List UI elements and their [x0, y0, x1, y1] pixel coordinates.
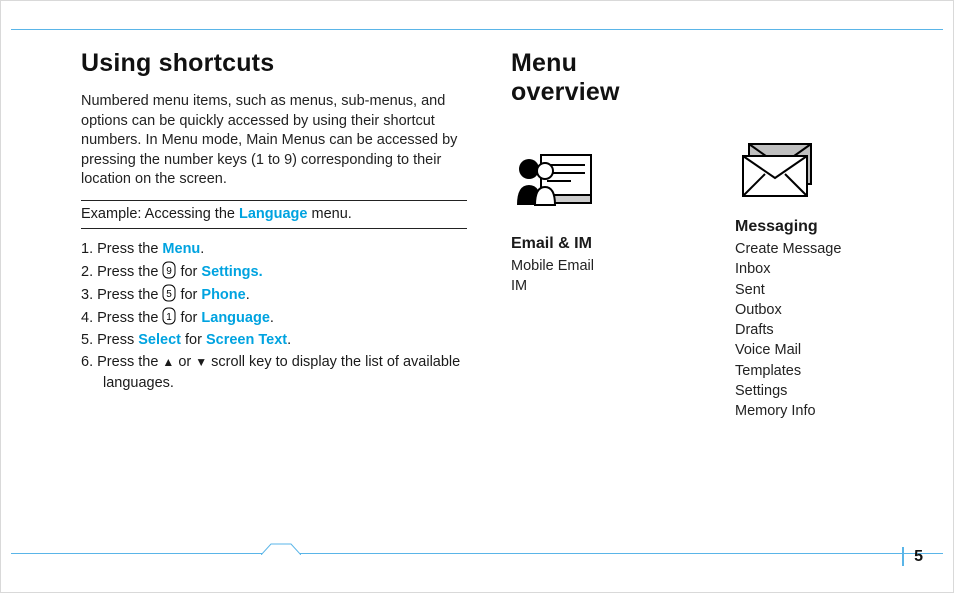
- step-1: Press the Menu.: [81, 239, 467, 260]
- step-text: Press the: [97, 287, 162, 303]
- menu-list-email-im: Mobile Email IM: [511, 256, 691, 297]
- steps-list: Press the Menu. Press the 9 for Settings…: [81, 239, 467, 394]
- step-keyword: Phone: [201, 287, 245, 303]
- example-prefix: Example: Accessing the: [81, 206, 239, 222]
- step-keyword: Screen Text: [206, 332, 287, 348]
- keycap-9-icon: 9: [162, 261, 176, 279]
- content-columns: Using shortcuts Numbered menu items, suc…: [81, 49, 897, 422]
- menu-item: Settings: [735, 381, 923, 401]
- step-3: Press the 5 for Phone.: [81, 284, 467, 306]
- step-text: .: [200, 241, 204, 257]
- menu-item: Inbox: [735, 259, 923, 279]
- step-text: for: [181, 332, 206, 348]
- step-keyword: Settings.: [201, 264, 262, 280]
- heading-using-shortcuts: Using shortcuts: [81, 49, 467, 78]
- step-text: .: [270, 310, 274, 326]
- step-4: Press the 1 for Language.: [81, 307, 467, 329]
- page-number: 5: [902, 547, 923, 566]
- menu-item: Templates: [735, 361, 923, 381]
- menu-title-messaging: Messaging: [735, 218, 923, 236]
- email-im-icon: [511, 137, 691, 217]
- svg-text:5: 5: [167, 289, 173, 300]
- intro-paragraph: Numbered menu items, such as menus, sub-…: [81, 92, 467, 190]
- menu-item: Sent: [735, 280, 923, 300]
- menu-item: Memory Info: [735, 401, 923, 421]
- column-menu-messaging: Messaging Create Message Inbox Sent Outb…: [735, 49, 923, 422]
- step-5: Press Select for Screen Text.: [81, 330, 467, 351]
- step-text: Press the: [97, 310, 162, 326]
- menu-title-email-im: Email & IM: [511, 235, 691, 253]
- svg-text:9: 9: [167, 266, 173, 277]
- step-text: Press the: [97, 264, 162, 280]
- step-keyword: Select: [138, 332, 181, 348]
- step-text: .: [246, 287, 250, 303]
- keycap-1-icon: 1: [162, 307, 176, 325]
- column-using-shortcuts: Using shortcuts Numbered menu items, suc…: [81, 49, 467, 422]
- menu-item: Mobile Email: [511, 256, 691, 276]
- keycap-5-icon: 5: [162, 284, 176, 302]
- menu-list-messaging: Create Message Inbox Sent Outbox Drafts …: [735, 239, 923, 422]
- menu-item: Create Message: [735, 239, 923, 259]
- messaging-icon: [735, 120, 923, 200]
- up-arrow-icon: ▲: [162, 355, 174, 369]
- column-menu-email-im: Menu overview: [511, 49, 691, 422]
- menu-item: Voice Mail: [735, 340, 923, 360]
- example-suffix: menu.: [307, 206, 351, 222]
- step-text: Press the: [97, 354, 162, 370]
- spacer: [735, 49, 923, 90]
- step-text: for: [176, 310, 201, 326]
- heading-menu-overview: Menu overview: [511, 49, 691, 107]
- step-text: Press: [97, 332, 138, 348]
- footer-rule: [11, 540, 943, 554]
- manual-page: Using shortcuts Numbered menu items, suc…: [0, 0, 954, 593]
- top-rule: [11, 29, 943, 30]
- step-keyword: Language: [201, 310, 269, 326]
- step-text: for: [176, 264, 201, 280]
- down-arrow-icon: ▼: [195, 355, 207, 369]
- step-text: for: [176, 287, 201, 303]
- svg-text:1: 1: [167, 312, 173, 323]
- step-2: Press the 9 for Settings.: [81, 261, 467, 283]
- footer-bump-icon: [261, 543, 301, 555]
- step-text: or: [174, 354, 195, 370]
- example-box: Example: Accessing the Language menu.: [81, 200, 467, 229]
- example-keyword: Language: [239, 206, 307, 222]
- menu-item: IM: [511, 276, 691, 296]
- step-text: Press the: [97, 241, 162, 257]
- step-6: Press the ▲ or ▼ scroll key to display t…: [81, 352, 467, 394]
- step-text: .: [287, 332, 291, 348]
- menu-item: Drafts: [735, 320, 923, 340]
- step-keyword: Menu: [162, 241, 200, 257]
- menu-item: Outbox: [735, 300, 923, 320]
